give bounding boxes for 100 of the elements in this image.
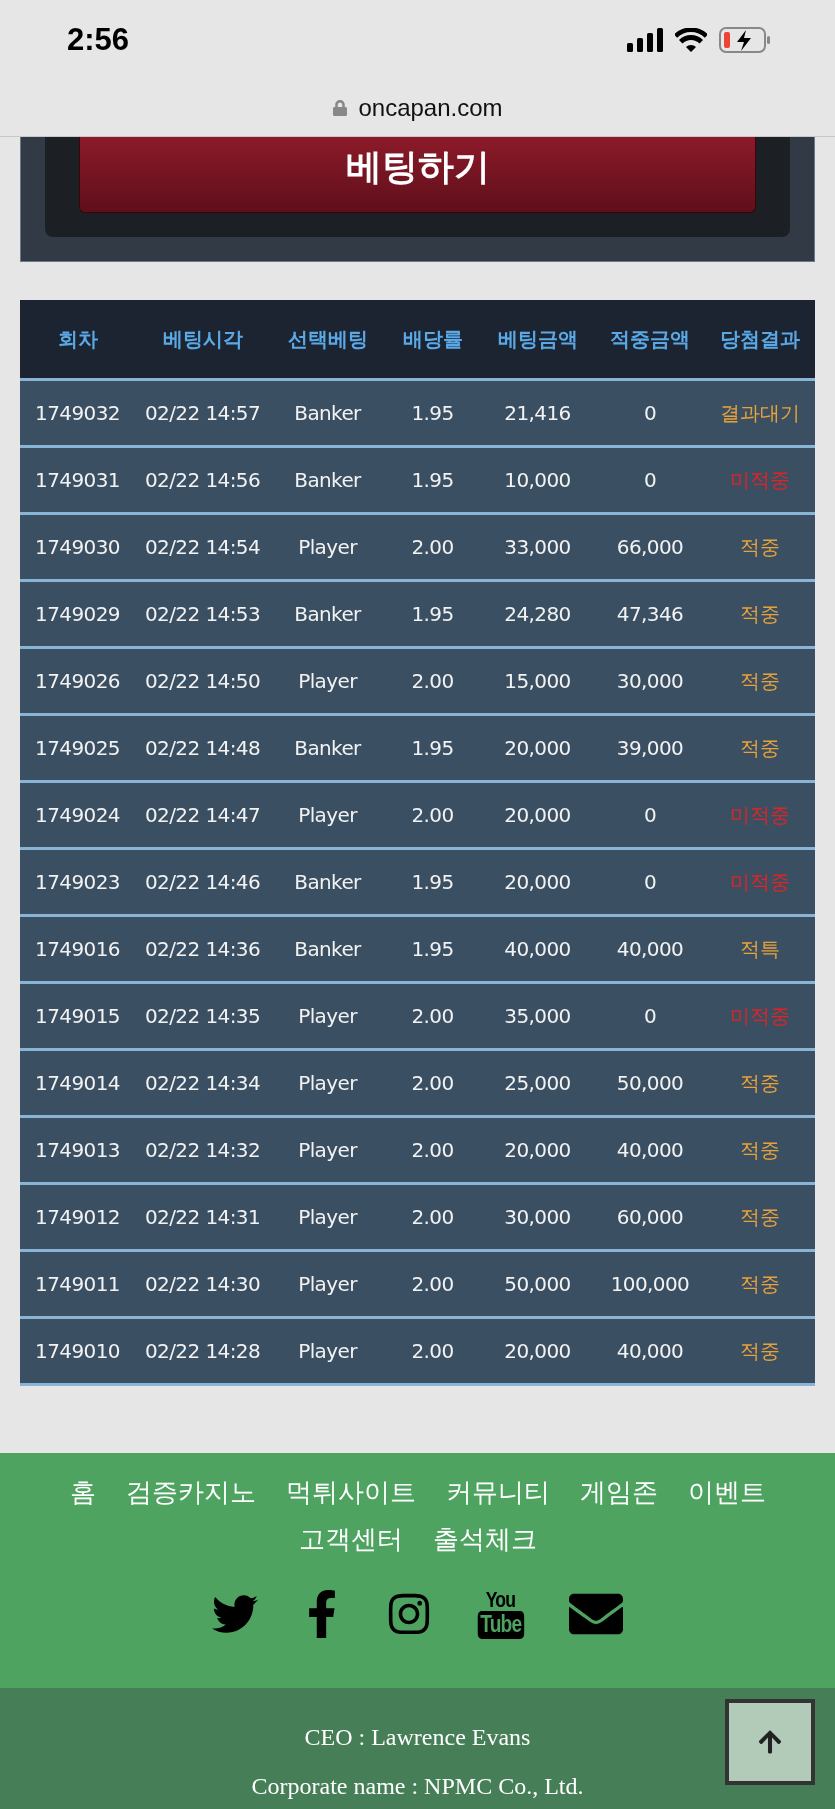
table-cell-text: Banker bbox=[293, 401, 363, 425]
table-cell-text: 02/22 14:53 bbox=[144, 602, 261, 626]
table-cell-text: Player bbox=[297, 1272, 359, 1296]
column-header: 배당률 bbox=[401, 325, 464, 353]
result-cell-text: 미적중 bbox=[728, 801, 791, 829]
table-cell-text: 02/22 14:32 bbox=[144, 1138, 261, 1162]
table-cell-text: Player bbox=[297, 803, 359, 827]
footer-link[interactable]: 게임존 bbox=[579, 1475, 658, 1510]
table-cell-text: 02/22 14:47 bbox=[144, 803, 261, 827]
signal-icon bbox=[627, 28, 663, 52]
table-cell-text: 1.95 bbox=[410, 401, 455, 425]
table-cell-text: 1749015 bbox=[34, 1004, 121, 1028]
table-cell-text: 2.00 bbox=[410, 1071, 455, 1095]
table-cell-text: 1749012 bbox=[34, 1205, 121, 1229]
scroll-top-button[interactable] bbox=[725, 1699, 815, 1785]
table-cell-text: 1749026 bbox=[34, 669, 121, 693]
footer-link[interactable]: 먹튀사이트 bbox=[285, 1475, 416, 1510]
table-cell-text: 02/22 14:46 bbox=[144, 870, 261, 894]
table-cell-text: 50,000 bbox=[615, 1071, 685, 1095]
table-cell-text: 02/22 14:35 bbox=[144, 1004, 261, 1028]
table-cell-text: 1749011 bbox=[34, 1272, 121, 1296]
table-cell-text: 1749025 bbox=[34, 736, 121, 760]
result-cell-text: 적중 bbox=[738, 667, 781, 695]
table-cell-text: 0 bbox=[642, 401, 658, 425]
table-cell-text: 40,000 bbox=[615, 937, 685, 961]
table-cell-text: Player bbox=[297, 1071, 359, 1095]
table-cell-text: 1749030 bbox=[34, 535, 121, 559]
youtube-logo[interactable]: You Tube bbox=[471, 1589, 530, 1639]
table-cell-text: 20,000 bbox=[503, 1138, 572, 1162]
table-cell-text: 02/22 14:34 bbox=[144, 1071, 261, 1095]
table-cell-text: 20,000 bbox=[503, 1339, 572, 1363]
table-cell-text: 1.95 bbox=[410, 468, 455, 492]
table-cell-text: 2.00 bbox=[410, 669, 455, 693]
table-cell-text: Player bbox=[297, 1205, 359, 1229]
table-cell-text: 1749023 bbox=[34, 870, 121, 894]
table-cell-text: 02/22 14:56 bbox=[144, 468, 261, 492]
column-header: 당첨결과 bbox=[718, 325, 801, 353]
bet-button[interactable]: 베팅하기 bbox=[79, 137, 756, 213]
table-cell-text: 02/22 14:28 bbox=[144, 1339, 261, 1363]
table-cell-text: 47,346 bbox=[615, 602, 685, 626]
table-cell-text: Player bbox=[297, 1138, 359, 1162]
table-cell-text: 40,000 bbox=[615, 1138, 685, 1162]
status-time: 2:56 bbox=[67, 22, 130, 58]
table-cell-text: 1.95 bbox=[410, 602, 455, 626]
table-cell-text: 20,000 bbox=[503, 870, 572, 894]
column-header: 적중금액 bbox=[609, 325, 691, 353]
footer-link[interactable]: 커뮤니티 bbox=[445, 1475, 550, 1510]
result-cell-text: 적중 bbox=[738, 734, 781, 762]
column-header: 베팅금액 bbox=[496, 325, 579, 353]
table-cell-text: 1749016 bbox=[34, 937, 121, 961]
table-cell-text: 2.00 bbox=[410, 803, 455, 827]
table-cell-text: Banker bbox=[293, 468, 363, 492]
table-cell-text: 1749013 bbox=[34, 1138, 121, 1162]
column-header: 베팅시각 bbox=[161, 325, 244, 353]
table-cell-text: 0 bbox=[642, 468, 658, 492]
table-cell-text: 02/22 14:54 bbox=[144, 535, 261, 559]
table-cell-text: 35,000 bbox=[503, 1004, 572, 1028]
table-cell-text: Banker bbox=[293, 870, 363, 894]
table-cell-text: 2.00 bbox=[410, 1004, 455, 1028]
table-cell-text: 66,000 bbox=[615, 535, 685, 559]
result-cell-text: 미적중 bbox=[728, 466, 791, 494]
result-cell-text: 적특 bbox=[738, 935, 781, 963]
result-cell-text: 적중 bbox=[738, 533, 781, 561]
result-cell-text: 미적중 bbox=[728, 1002, 791, 1030]
arrow-up-icon bbox=[757, 1729, 783, 1755]
table-cell-text: 2.00 bbox=[410, 1272, 455, 1296]
footer-link[interactable]: 고객센터 bbox=[298, 1522, 403, 1557]
footer-link[interactable]: 이벤트 bbox=[687, 1475, 766, 1510]
table-cell-text: 02/22 14:48 bbox=[144, 736, 261, 760]
table-cell-text: Player bbox=[297, 1004, 359, 1028]
table-cell-text: 1.95 bbox=[410, 870, 455, 894]
table-cell-text: 20,000 bbox=[503, 736, 572, 760]
column-header: 회차 bbox=[56, 325, 99, 353]
result-cell-text: 적중 bbox=[738, 1337, 781, 1365]
table-cell-text: 40,000 bbox=[503, 937, 572, 961]
footer-link[interactable]: 검증카지노 bbox=[125, 1475, 256, 1510]
table-cell-text: 1749010 bbox=[34, 1339, 121, 1363]
table-cell-text: Banker bbox=[293, 937, 363, 961]
table-cell-text: 1.95 bbox=[410, 736, 455, 760]
table-cell-text: 20,000 bbox=[503, 803, 572, 827]
table-cell-text: 02/22 14:50 bbox=[144, 669, 261, 693]
table-cell-text: 2.00 bbox=[410, 1138, 455, 1162]
result-cell-text: 적중 bbox=[738, 1136, 781, 1164]
footer-link[interactable]: 홈 bbox=[69, 1475, 96, 1510]
table-cell-text: Player bbox=[297, 669, 359, 693]
table-cell-text: 33,000 bbox=[503, 535, 572, 559]
table-cell-text: 60,000 bbox=[615, 1205, 685, 1229]
company-text: Corporate name : NPMC Co., Ltd. bbox=[251, 1773, 584, 1800]
wifi-icon bbox=[675, 28, 707, 52]
result-cell-text: 적중 bbox=[738, 1203, 781, 1231]
footer-link[interactable]: 출석체크 bbox=[432, 1522, 537, 1557]
table-cell-text: Player bbox=[297, 1339, 359, 1363]
lock-icon bbox=[332, 100, 349, 116]
table-cell-text: 2.00 bbox=[410, 1339, 455, 1363]
table-cell-text: 02/22 14:30 bbox=[144, 1272, 261, 1296]
table-cell-text: 100,000 bbox=[609, 1272, 691, 1296]
table-cell-text: Banker bbox=[293, 736, 363, 760]
url-text[interactable]: oncapan.com bbox=[358, 94, 503, 122]
table-cell-text: 1.95 bbox=[410, 937, 455, 961]
table-cell-text: 02/22 14:36 bbox=[144, 937, 261, 961]
